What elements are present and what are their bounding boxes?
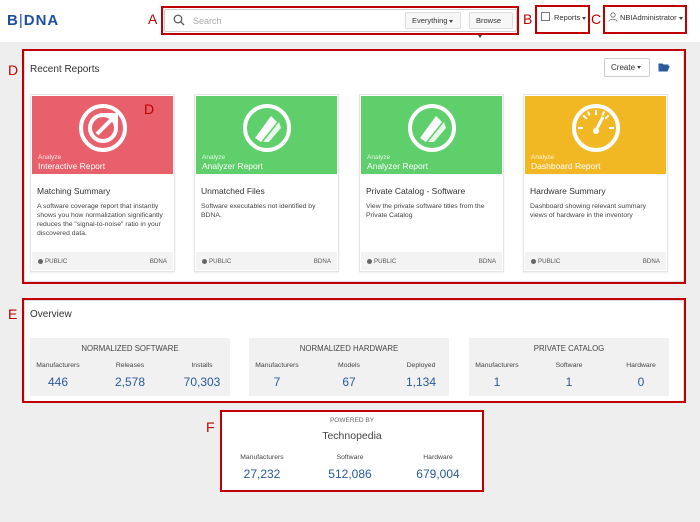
- annotation-letter-b: B: [523, 11, 533, 27]
- annotation-letter-d-card: D: [144, 101, 155, 117]
- annotation-letter-c: C: [591, 11, 602, 27]
- annotation-box-f: [220, 410, 484, 492]
- annotation-letter-e: E: [8, 306, 18, 322]
- annotation-letter-a: A: [148, 11, 158, 27]
- annotation-box-a: [161, 6, 519, 35]
- annotation-letter-f: F: [206, 419, 215, 435]
- annotation-box-d: [22, 49, 686, 284]
- bdna-logo[interactable]: B|DNA: [7, 12, 59, 29]
- annotation-box-c: [603, 5, 687, 34]
- annotation-box-b: [535, 5, 590, 34]
- annotation-letter-d: D: [8, 62, 19, 78]
- annotation-box-e: [22, 298, 686, 403]
